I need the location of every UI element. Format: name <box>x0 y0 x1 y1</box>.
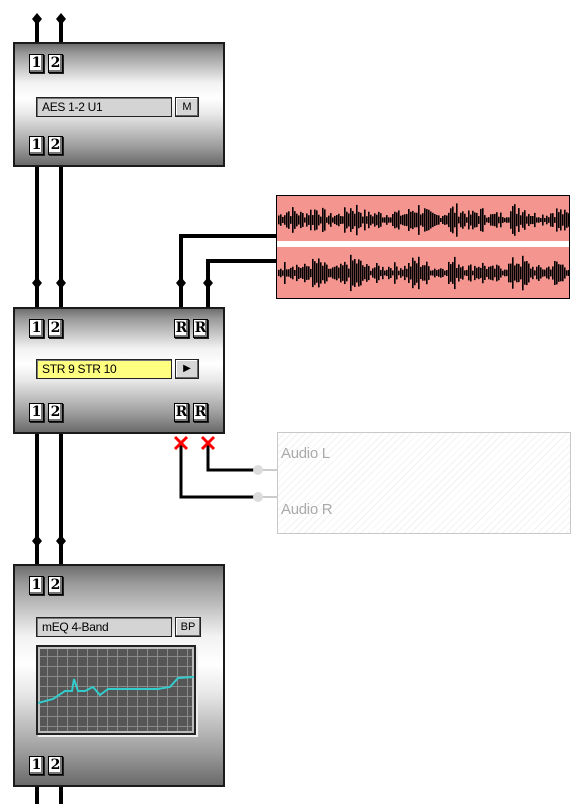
return-input-port-left[interactable]: R <box>174 319 189 338</box>
connector-dot <box>56 277 66 289</box>
output-port-2[interactable]: 2 <box>48 756 63 775</box>
return-output-port-left[interactable]: R <box>174 403 189 422</box>
waveform-graphic <box>277 203 569 292</box>
input-port-2[interactable]: 2 <box>48 319 63 338</box>
eq-curve <box>37 676 195 704</box>
waveform-clip[interactable] <box>276 195 570 299</box>
aes-m-button[interactable]: M <box>175 97 199 117</box>
audio-left-label: Audio L <box>281 445 330 462</box>
input-port-1[interactable]: 1 <box>29 54 44 73</box>
eq-output-ports: 1 2 <box>29 756 63 775</box>
output-port-1[interactable]: 1 <box>29 403 44 422</box>
stereo-output-ports: 1 2 <box>29 403 63 422</box>
eq-plugin-label[interactable]: mEQ 4-Band <box>36 617 172 637</box>
connector-dot <box>203 277 213 289</box>
aux-connectors <box>253 465 278 502</box>
output-port-2[interactable]: 2 <box>48 136 63 155</box>
eq-input-ports: 1 2 <box>29 576 63 595</box>
output-port-1[interactable]: 1 <box>29 136 44 155</box>
stereo-module[interactable]: 1 2 R R STR 9 STR 10 ▶ 1 2 R R <box>13 307 225 434</box>
output-port-1[interactable]: 1 <box>29 756 44 775</box>
stereo-return-output-ports: R R <box>174 403 208 422</box>
audio-right-label: Audio R <box>281 501 333 518</box>
aes-output-ports: 1 2 <box>29 136 63 155</box>
connector-dot <box>56 13 66 25</box>
aes-source-label[interactable]: AES 1-2 U1 <box>36 97 172 117</box>
aux-output-panel: Audio L Audio R <box>277 432 571 534</box>
input-port-2[interactable]: 2 <box>48 54 63 73</box>
bypass-button[interactable]: BP <box>175 617 201 637</box>
input-port-1[interactable]: 1 <box>29 319 44 338</box>
return-output-port-right[interactable]: R <box>193 403 208 422</box>
aes-input-ports: 1 2 <box>29 54 63 73</box>
eq-module[interactable]: 1 2 mEQ 4-Band BP 1 2 <box>13 564 225 787</box>
output-port-2[interactable]: 2 <box>48 403 63 422</box>
return-input-port-right[interactable]: R <box>193 319 208 338</box>
connector-dot <box>176 277 186 289</box>
stereo-label[interactable]: STR 9 STR 10 <box>36 359 172 379</box>
input-port-1[interactable]: 1 <box>29 576 44 595</box>
play-arrow-button[interactable]: ▶ <box>175 359 199 379</box>
connector-dot <box>32 277 42 289</box>
stereo-return-input-ports: R R <box>174 319 208 338</box>
eq-response-graph[interactable] <box>36 645 196 735</box>
connector-dot <box>56 535 66 547</box>
input-port-2[interactable]: 2 <box>48 576 63 595</box>
connector-dot <box>32 535 42 547</box>
stereo-input-ports: 1 2 <box>29 319 63 338</box>
connector-dot <box>32 13 42 25</box>
aes-input-module[interactable]: 1 2 AES 1-2 U1 M 1 2 <box>13 42 225 167</box>
